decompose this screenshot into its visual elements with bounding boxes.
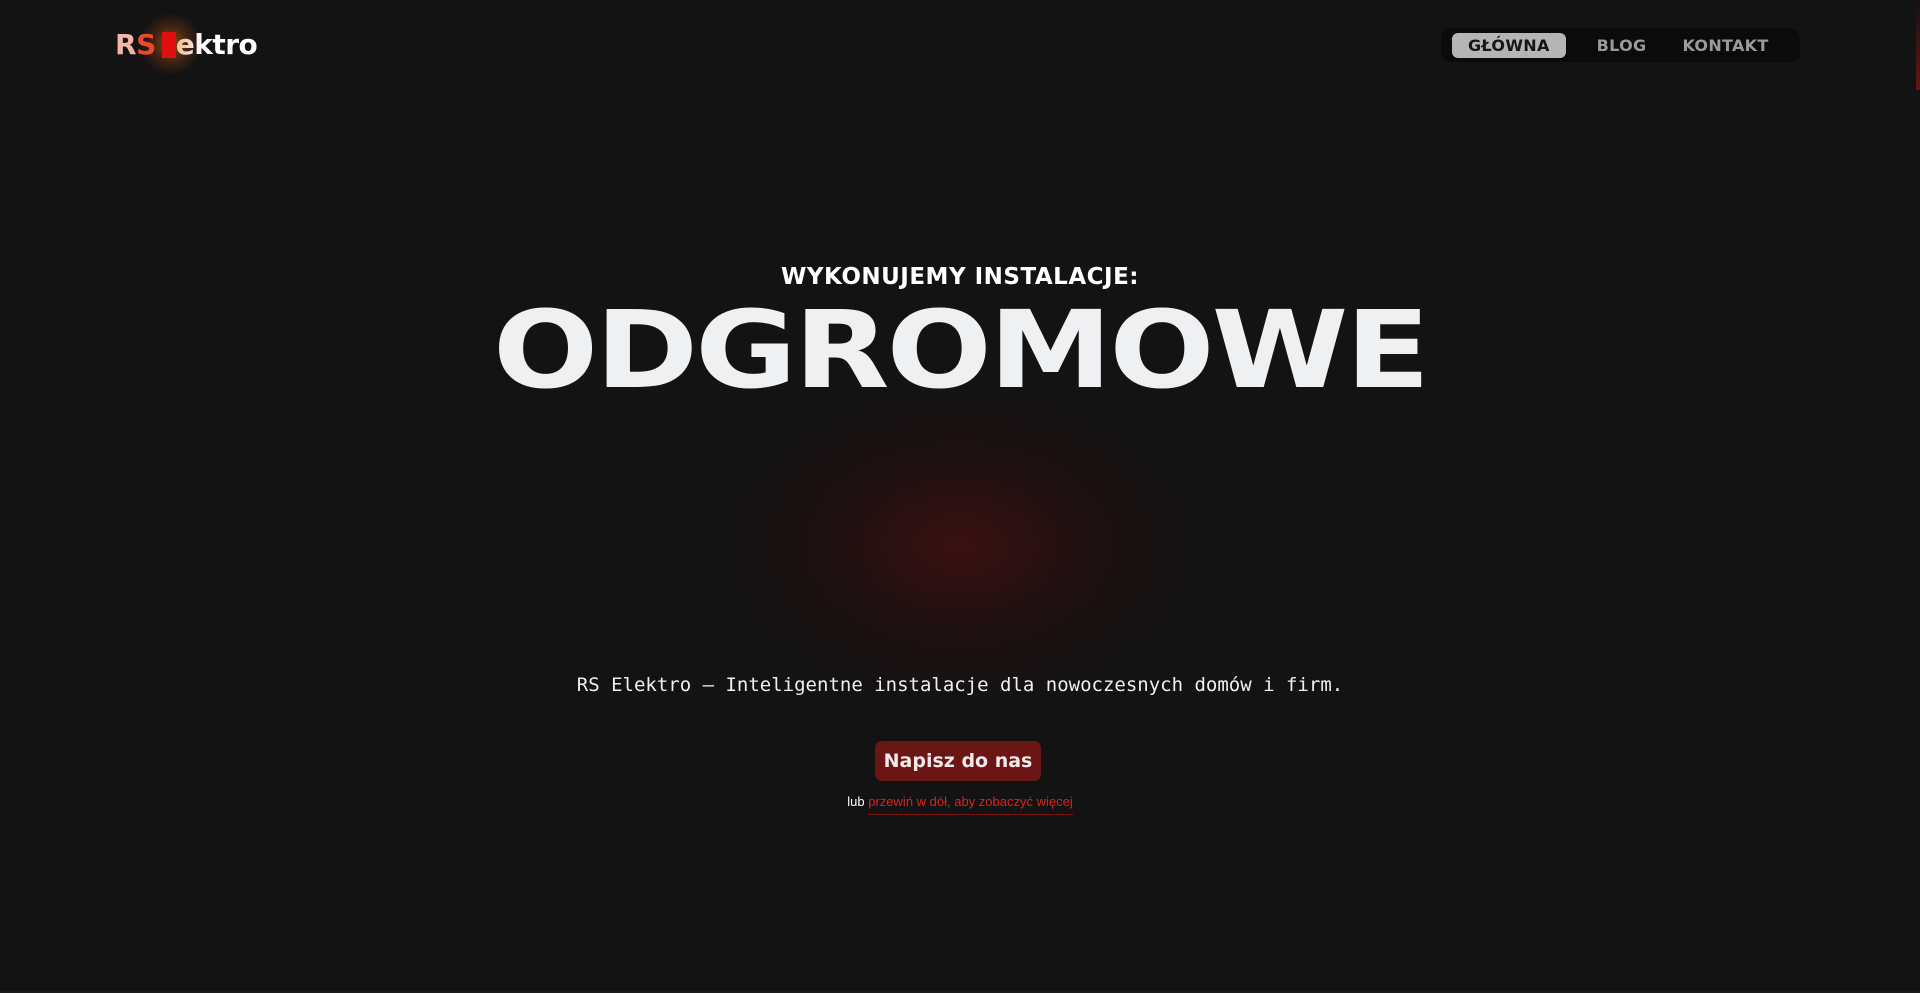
hero-tagline: RS Elektro – Inteligentne instalacje dla… <box>576 674 1344 696</box>
page: R S ektro GŁÓWNA BLOG KONTAKT WYKONUJEMY… <box>0 0 1920 993</box>
logo-spark-icon <box>141 9 200 78</box>
background-red-glow <box>710 380 1210 710</box>
nav-item-blog[interactable]: BLOG <box>1597 36 1647 55</box>
hero-headline: ODGROMOWE <box>492 289 1430 413</box>
hero-subtitle: WYKONUJEMY INSTALACJE: <box>781 264 1139 290</box>
contact-cta-button[interactable]: Napisz do nas <box>875 741 1041 781</box>
main-navigation: GŁÓWNA BLOG KONTAKT <box>1441 28 1800 62</box>
nav-item-glowna[interactable]: GŁÓWNA <box>1452 32 1566 58</box>
edge-accent <box>1916 0 1920 90</box>
brand-logo[interactable]: R S ektro <box>115 9 258 78</box>
scroll-hint: lub przewiń w dół, aby zobaczyć więcej <box>0 794 1920 815</box>
scroll-down-link[interactable]: przewiń w dół, aby zobaczyć więcej <box>868 794 1073 815</box>
scroll-hint-prefix: lub <box>847 794 865 809</box>
logo-letter-r: R <box>115 27 137 61</box>
nav-item-kontakt[interactable]: KONTAKT <box>1682 36 1768 55</box>
